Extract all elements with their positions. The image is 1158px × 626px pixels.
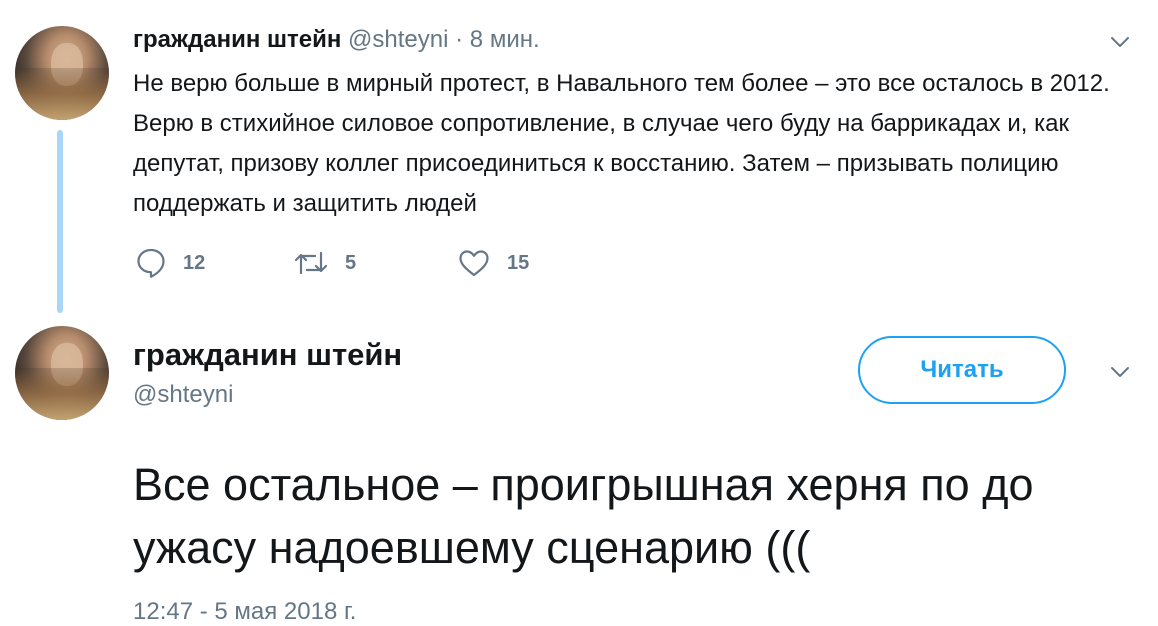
avatar-hair	[15, 368, 109, 420]
avatar[interactable]	[15, 26, 109, 120]
retweet-arrows-icon	[294, 251, 328, 275]
tweet-header: гражданин штейн @shteyni · 8 мин.	[133, 26, 540, 54]
tweet-timestamp[interactable]: 12:47 - 5 мая 2018 г.	[133, 598, 356, 626]
speech-bubble-icon	[137, 248, 165, 278]
author-handle[interactable]: @shteyni	[348, 26, 448, 53]
author-handle[interactable]: @shteyni	[133, 381, 233, 409]
chevron-down-icon[interactable]	[1110, 32, 1130, 52]
reply-button[interactable]: 12	[135, 247, 205, 279]
avatar[interactable]	[15, 326, 109, 420]
heart-icon	[459, 250, 489, 277]
tweet-text: Не верю больше в мирный протест, в Навал…	[133, 70, 1110, 217]
separator: ·	[455, 26, 464, 53]
author-name[interactable]: гражданин штейн	[133, 26, 341, 53]
retweet-count: 5	[345, 251, 357, 274]
follow-button[interactable]: Читать	[858, 336, 1066, 404]
tweet-time[interactable]: 8 мин.	[470, 26, 540, 53]
author-name[interactable]: гражданин штейн	[133, 337, 402, 373]
reply-count: 12	[183, 251, 206, 274]
thread-connector-line	[57, 130, 63, 313]
chevron-down-icon[interactable]	[1110, 362, 1130, 382]
retweet-button[interactable]: 5	[293, 247, 356, 279]
tweet-text: Все остальное – проигрышная херня по до …	[133, 459, 1034, 573]
like-button[interactable]: 15	[457, 247, 529, 279]
like-count: 15	[507, 251, 530, 274]
avatar-hair	[15, 68, 109, 120]
